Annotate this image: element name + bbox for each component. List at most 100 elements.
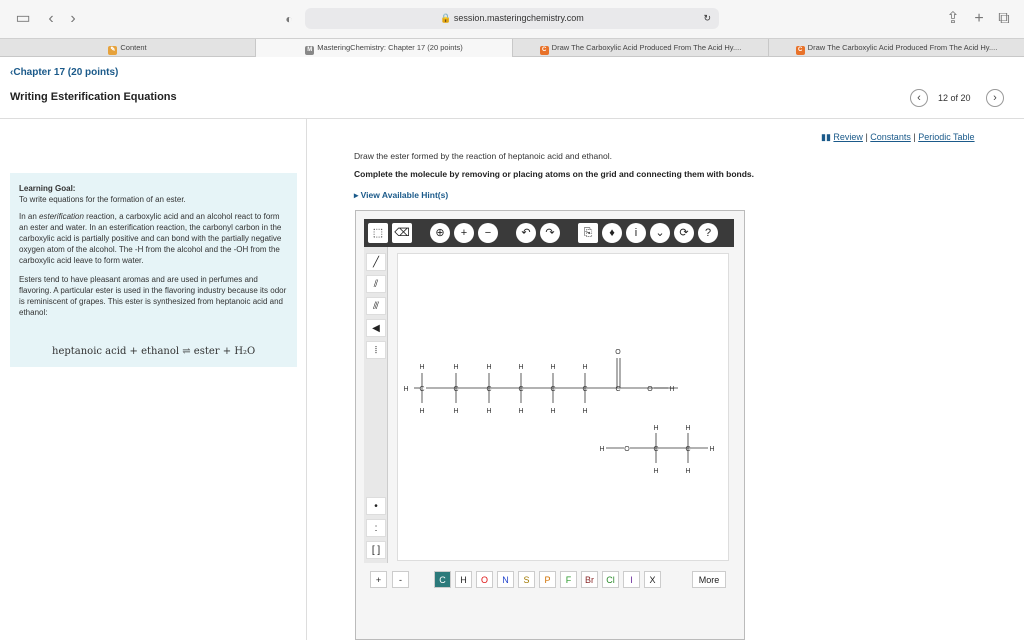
- atom-h: H: [709, 446, 714, 453]
- element-button-o[interactable]: O: [476, 571, 493, 588]
- drawing-canvas[interactable]: H H H H H H O H C C C C C C C O H H H H: [397, 253, 729, 561]
- zoom-in-icon[interactable]: +: [454, 223, 474, 243]
- triangle-right-icon: ▸: [354, 190, 359, 200]
- negative-charge-button[interactable]: -: [392, 571, 409, 588]
- reload-icon[interactable]: ↻: [703, 8, 711, 29]
- instruction-text: Complete the molecule by removing or pla…: [354, 169, 755, 179]
- reset-icon[interactable]: ⟳: [674, 223, 694, 243]
- copy-icon[interactable]: ⎘: [578, 223, 598, 243]
- back-icon[interactable]: ‹: [42, 10, 60, 28]
- c-icon: C: [795, 46, 805, 55]
- atom-h: H: [419, 364, 424, 371]
- info-icon[interactable]: i: [626, 223, 646, 243]
- atom-h: H: [685, 468, 690, 475]
- question-text: Draw the ester formed by the reaction of…: [354, 151, 612, 161]
- atom-o: O: [647, 386, 653, 393]
- atom-o: O: [624, 446, 630, 453]
- more-elements-button[interactable]: More: [692, 571, 726, 588]
- radical-icon[interactable]: •: [366, 497, 386, 515]
- new-tab-icon[interactable]: +: [970, 10, 988, 28]
- tab-masteringchemistry[interactable]: M MasteringChemistry: Chapter 17 (20 poin…: [256, 39, 513, 57]
- shield-icon[interactable]: ◐: [280, 10, 298, 28]
- select-icon[interactable]: ⬚: [368, 223, 388, 243]
- c-icon: C: [539, 46, 549, 55]
- element-button-s[interactable]: S: [518, 571, 535, 588]
- tabs-overview-icon[interactable]: ⧉: [995, 10, 1013, 28]
- light-icon[interactable]: ♦: [602, 223, 622, 243]
- tab-label: MasteringChemistry: Chapter 17 (20 point…: [317, 43, 463, 52]
- lone-pair-icon[interactable]: :: [366, 519, 386, 537]
- help-icon[interactable]: ?: [698, 223, 718, 243]
- element-button-n[interactable]: N: [497, 571, 514, 588]
- atom-c: C: [486, 386, 491, 393]
- atom-h: H: [550, 408, 555, 415]
- bracket-icon[interactable]: [ ]: [366, 541, 386, 559]
- tab-draw-acid-2[interactable]: C Draw The Carboxylic Acid Produced From …: [769, 39, 1024, 57]
- element-button-i[interactable]: I: [623, 571, 640, 588]
- forward-icon[interactable]: ›: [64, 10, 82, 28]
- sidebar-icon[interactable]: ▭: [14, 10, 32, 28]
- divider: [306, 119, 307, 640]
- element-button-x[interactable]: X: [644, 571, 661, 588]
- url-bar[interactable]: 🔒 session.masteringchemistry.com ↻: [305, 8, 719, 29]
- periodic-table-link[interactable]: Periodic Table: [918, 132, 974, 142]
- chapter-link[interactable]: ‹Chapter 17 (20 points): [10, 67, 118, 78]
- zoom-fit-icon[interactable]: ⊕: [430, 223, 450, 243]
- atom-c: C: [550, 386, 555, 393]
- review-link[interactable]: Review: [833, 132, 863, 142]
- atom-c: C: [653, 446, 658, 453]
- single-bond-icon[interactable]: ╱: [366, 253, 386, 271]
- tab-label: Content: [120, 43, 147, 52]
- chapter-link-label: Chapter 17 (20 points): [13, 67, 119, 78]
- chevron-down-icon[interactable]: ⌄: [650, 223, 670, 243]
- element-button-f[interactable]: F: [560, 571, 577, 588]
- bond-toolbar: ╱ ⫽ ⫻ ◀ ⦙ • : [ ]: [364, 247, 388, 563]
- page-counter: 12 of 20: [938, 93, 971, 103]
- atom-c: C: [582, 386, 587, 393]
- atom-c: C: [518, 386, 523, 393]
- undo-icon[interactable]: ↶: [516, 223, 536, 243]
- atom-h: H: [669, 386, 674, 393]
- next-item-button[interactable]: ›: [986, 89, 1004, 107]
- wedge-bond-icon[interactable]: ◀: [366, 319, 386, 337]
- atom-h: H: [453, 408, 458, 415]
- element-button-c[interactable]: C: [434, 571, 451, 588]
- zoom-out-icon[interactable]: −: [478, 223, 498, 243]
- positive-charge-button[interactable]: +: [370, 571, 387, 588]
- constants-link[interactable]: Constants: [870, 132, 911, 142]
- atom-c: C: [615, 386, 620, 393]
- hash-bond-icon[interactable]: ⦙: [366, 341, 386, 359]
- tab-draw-acid-1[interactable]: C Draw The Carboxylic Acid Produced From …: [513, 39, 769, 57]
- para-text: In an: [19, 212, 40, 221]
- element-button-br[interactable]: Br: [581, 571, 598, 588]
- eraser-icon[interactable]: ⌫: [392, 223, 412, 243]
- tab-label: Draw The Carboxylic Acid Produced From T…: [807, 43, 998, 52]
- learning-goal-text: To write equations for the formation of …: [19, 195, 186, 204]
- atom-h: H: [685, 425, 690, 432]
- atom-h: H: [419, 408, 424, 415]
- m-icon: M: [305, 46, 315, 55]
- element-button-p[interactable]: P: [539, 571, 556, 588]
- prev-item-button[interactable]: ‹: [910, 89, 928, 107]
- tab-bar: ✎ Content M MasteringChemistry: Chapter 17…: [0, 38, 1024, 57]
- triple-bond-icon[interactable]: ⫻: [366, 297, 386, 315]
- redo-icon[interactable]: ↷: [540, 223, 560, 243]
- learning-goal-title: Learning Goal:: [19, 184, 76, 193]
- share-icon[interactable]: ⇪: [944, 10, 962, 28]
- atom-h: H: [653, 425, 658, 432]
- atom-h: H: [518, 364, 523, 371]
- element-button-cl[interactable]: Cl: [602, 571, 619, 588]
- term: esterification: [39, 212, 84, 221]
- atom-h: H: [453, 364, 458, 371]
- atom-c: C: [419, 386, 424, 393]
- atom-h: H: [599, 446, 604, 453]
- review-icon: ▮▮: [821, 132, 831, 142]
- atom-c: C: [685, 446, 690, 453]
- content-icon: ✎: [108, 46, 118, 55]
- tab-label: Draw The Carboxylic Acid Produced From T…: [551, 43, 742, 52]
- atom-o: O: [615, 349, 621, 356]
- tab-content[interactable]: ✎ Content: [0, 39, 256, 57]
- double-bond-icon[interactable]: ⫽: [366, 275, 386, 293]
- element-button-h[interactable]: H: [455, 571, 472, 588]
- view-hints-link[interactable]: ▸ View Available Hint(s): [354, 190, 448, 201]
